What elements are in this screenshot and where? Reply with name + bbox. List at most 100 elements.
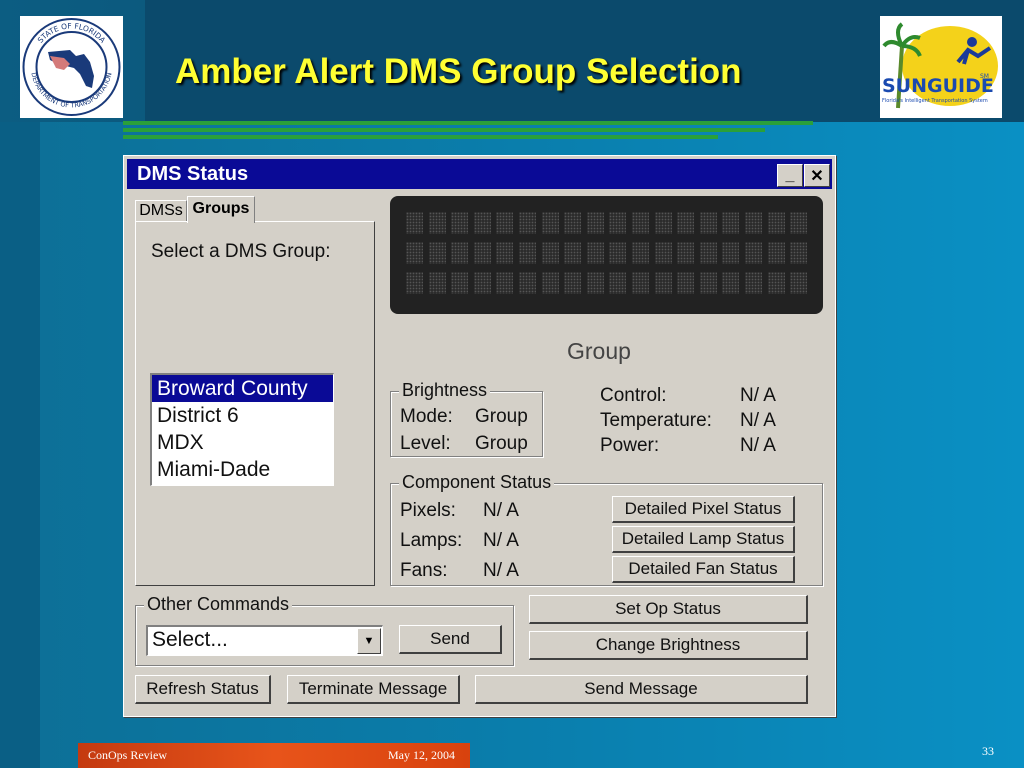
command-select-dropdown[interactable]: Select... ▼ — [146, 625, 383, 656]
led-cell — [451, 212, 469, 234]
led-cell — [428, 272, 446, 294]
sunguide-logo: SUNGUIDE SM Florida's Intelligent Transp… — [880, 16, 1002, 118]
led-cell — [519, 242, 536, 264]
power-value: N/ A — [740, 435, 776, 456]
led-cell — [541, 272, 559, 294]
footer-date: May 12, 2004 — [388, 748, 455, 762]
component-status-group: Component Status Pixels: N/ A Lamps: N/ … — [390, 472, 823, 586]
led-cell — [632, 242, 649, 264]
sign-caption: Group — [567, 338, 631, 364]
led-cell — [609, 272, 627, 294]
send-message-button[interactable]: Send Message — [475, 675, 808, 704]
power-label: Power: — [600, 435, 660, 456]
other-commands-legend: Other Commands — [144, 594, 293, 615]
led-cell — [677, 212, 695, 234]
control-label: Control: — [600, 385, 667, 406]
led-cell — [790, 242, 808, 264]
led-cell — [790, 212, 808, 234]
temperature-label: Temperature: — [600, 410, 712, 431]
brightness-legend: Brightness — [399, 380, 491, 401]
tab-dmss[interactable]: DMSs — [135, 200, 187, 221]
tab-groups[interactable]: Groups — [187, 196, 255, 223]
led-cell — [767, 242, 785, 264]
led-cell — [609, 212, 627, 234]
led-cell — [745, 212, 762, 234]
list-item[interactable]: District 6 — [152, 402, 333, 429]
list-item[interactable]: Broward County — [152, 375, 333, 402]
led-cell — [473, 242, 491, 264]
select-group-label: Select a DMS Group: — [151, 241, 331, 262]
lamps-label: Lamps: — [400, 530, 463, 551]
led-cell — [699, 242, 717, 264]
led-cell — [406, 242, 423, 264]
led-cell — [451, 272, 469, 294]
fdot-logo: STATE OF FLORIDA DEPARTMENT OF TRANSPORT… — [20, 16, 123, 118]
set-op-status-button[interactable]: Set Op Status — [529, 595, 808, 624]
led-cell — [586, 242, 604, 264]
led-cell — [406, 272, 423, 294]
window-title: DMS Status — [137, 163, 249, 185]
window-titlebar[interactable]: DMS Status _ ✕ — [127, 159, 832, 189]
led-cell — [428, 242, 446, 264]
dms-status-window: DMS Status _ ✕ DMSs Groups Select a DMS … — [123, 155, 836, 717]
led-cell — [519, 272, 536, 294]
brightness-mode-label: Mode: — [400, 406, 453, 427]
dms-group-listbox[interactable]: Broward County District 6 MDX Miami-Dade — [150, 373, 334, 486]
detailed-pixel-status-button[interactable]: Detailed Pixel Status — [612, 496, 795, 523]
led-cell — [632, 212, 649, 234]
component-status-legend: Component Status — [399, 472, 555, 493]
change-brightness-button[interactable]: Change Brightness — [529, 631, 808, 660]
page-number: 33 — [982, 744, 994, 758]
sunguide-wordmark: SUNGUIDE — [882, 75, 994, 97]
brightness-level-label: Level: — [400, 433, 451, 454]
led-cell — [722, 272, 740, 294]
groups-tab-panel: Select a DMS Group: Broward County Distr… — [135, 221, 375, 586]
led-cell — [745, 272, 762, 294]
minimize-button[interactable]: _ — [777, 164, 803, 187]
title-rule-2 — [123, 128, 765, 132]
brightness-mode-value: Group — [475, 406, 528, 427]
led-cell — [699, 272, 717, 294]
led-cell — [496, 272, 514, 294]
close-button[interactable]: ✕ — [804, 164, 830, 187]
led-cell — [541, 212, 559, 234]
list-item[interactable]: Miami-Dade — [152, 456, 333, 483]
slide-title: Amber Alert DMS Group Selection — [175, 52, 742, 91]
led-cell — [722, 242, 740, 264]
led-cell — [767, 272, 785, 294]
led-cell — [564, 242, 582, 264]
led-cell — [541, 242, 559, 264]
command-select-value: Select... — [152, 628, 228, 651]
led-cell — [745, 242, 762, 264]
led-cell — [699, 212, 717, 234]
brightness-group: Brightness Mode: Group Level: Group — [390, 380, 543, 457]
fans-value: N/ A — [483, 560, 519, 581]
send-command-button[interactable]: Send — [399, 625, 502, 654]
title-rule-3 — [123, 135, 718, 139]
led-cell — [722, 212, 740, 234]
chevron-down-icon[interactable]: ▼ — [357, 628, 381, 654]
list-item[interactable]: MDX — [152, 429, 333, 456]
terminate-message-button[interactable]: Terminate Message — [287, 675, 460, 704]
pixels-value: N/ A — [483, 500, 519, 521]
sunguide-tagline: Florida's Intelligent Transportation Sys… — [882, 98, 988, 104]
led-cell — [496, 212, 514, 234]
led-cell — [564, 272, 582, 294]
led-cell — [654, 272, 672, 294]
led-cell — [654, 212, 672, 234]
led-cell — [767, 212, 785, 234]
fans-label: Fans: — [400, 560, 448, 581]
title-rule-1 — [123, 121, 813, 125]
led-cell — [654, 242, 672, 264]
led-cell — [586, 212, 604, 234]
detailed-fan-status-button[interactable]: Detailed Fan Status — [612, 556, 795, 583]
detailed-lamp-status-button[interactable]: Detailed Lamp Status — [612, 526, 795, 553]
pixels-label: Pixels: — [400, 500, 456, 521]
led-cell — [564, 212, 582, 234]
refresh-status-button[interactable]: Refresh Status — [135, 675, 271, 704]
led-cell — [519, 212, 536, 234]
led-cell — [406, 212, 423, 234]
lamps-value: N/ A — [483, 530, 519, 551]
led-cell — [473, 212, 491, 234]
led-cell — [451, 242, 469, 264]
